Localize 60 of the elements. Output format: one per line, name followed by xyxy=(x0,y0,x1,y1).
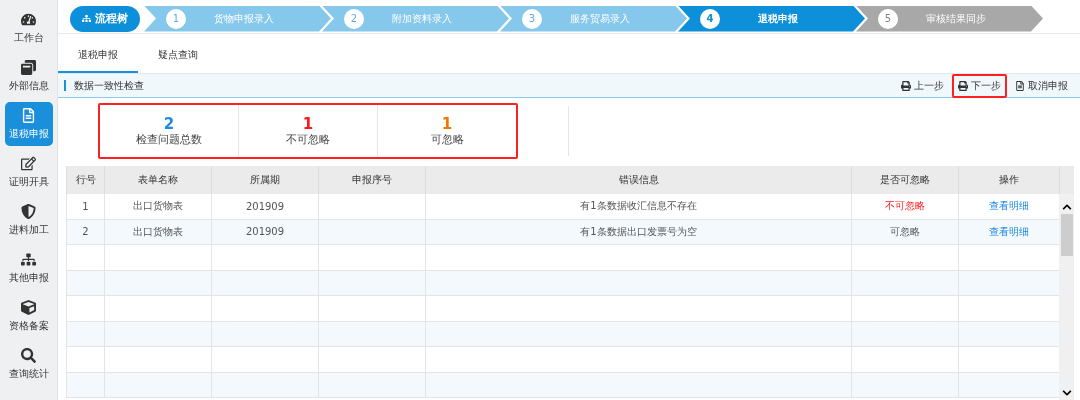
shield-icon xyxy=(21,203,36,219)
summary-label: 可忽略 xyxy=(430,131,464,147)
printer-icon xyxy=(901,80,911,91)
document-icon xyxy=(21,107,36,123)
sidebar-item[interactable]: 其他申报 xyxy=(4,246,53,290)
search-icon xyxy=(21,347,36,363)
chevron-down-icon[interactable] xyxy=(1061,388,1072,398)
step-label: 审核结果同步 xyxy=(924,11,987,26)
sidebar-item[interactable]: 查询统计 xyxy=(4,342,53,386)
document-icon xyxy=(1015,80,1025,91)
table-cell: 可忽略 xyxy=(890,224,920,239)
tab[interactable]: 疑点查询 xyxy=(138,38,218,73)
sidebar-item[interactable]: 证明开具 xyxy=(4,150,53,194)
table-cell: 201909 xyxy=(245,200,285,212)
scrollbar[interactable] xyxy=(1059,194,1074,400)
toolbar-button[interactable]: 取消申报 xyxy=(1009,73,1074,98)
sidebar-item[interactable]: 进料加工 xyxy=(4,198,53,242)
step-label: 服务贸易录入 xyxy=(568,11,631,26)
cube-icon xyxy=(21,299,36,315)
printer-icon xyxy=(958,80,968,91)
step[interactable]: 5 审核结果同步 xyxy=(856,5,1043,32)
step-number: 4 xyxy=(700,8,720,29)
table-cell: 201909 xyxy=(245,226,285,238)
step-number: 1 xyxy=(166,8,186,29)
summary-count: 1 xyxy=(441,115,453,132)
sidebar-item[interactable]: 外部信息 xyxy=(4,54,53,98)
table-cell: 有1条数据出口发票号为空 xyxy=(580,224,697,239)
toolbar-button[interactable]: 下一步 xyxy=(952,73,1007,98)
summary-label: 不可忽略 xyxy=(286,131,330,147)
step[interactable]: 4 退税申报 xyxy=(678,5,865,32)
sidebar-item[interactable]: 工作台 xyxy=(4,6,53,50)
summary-label: 检查问题总数 xyxy=(136,131,202,147)
table-cell: 有1条数据收汇信息不存在 xyxy=(580,199,697,214)
sidebar-item[interactable]: 资格备案 xyxy=(4,294,53,338)
step-number: 3 xyxy=(522,8,542,29)
step-label: 退税申报 xyxy=(756,11,799,26)
section-title: 数据一致性检查 xyxy=(74,78,145,93)
windows-icon xyxy=(21,59,36,75)
flow-tree-button[interactable]: 流程树 xyxy=(70,5,140,32)
table-cell: 出口货物表 xyxy=(133,199,183,214)
hierarchy-icon xyxy=(21,251,36,267)
toolbar-button[interactable]: 上一步 xyxy=(895,73,950,98)
step-number: 2 xyxy=(344,8,364,29)
step-label: 附加资料录入 xyxy=(390,11,453,26)
chevron-up-icon[interactable] xyxy=(1061,202,1072,212)
table-cell: 不可忽略 xyxy=(885,199,925,214)
dashboard-icon xyxy=(21,11,36,27)
view-details-link[interactable]: 查看明细 xyxy=(989,224,1029,239)
summary-count: 1 xyxy=(302,115,314,132)
scrollbar-thumb[interactable] xyxy=(1060,214,1073,256)
view-details-link[interactable]: 查看明细 xyxy=(989,199,1029,214)
summary-count: 2 xyxy=(163,115,175,132)
table-cell: 2 xyxy=(82,226,89,238)
step-number: 5 xyxy=(878,8,898,29)
hierarchy-icon xyxy=(82,14,91,23)
step-label: 货物申报录入 xyxy=(212,11,275,26)
table-cell: 出口货物表 xyxy=(133,224,183,239)
edit-icon xyxy=(21,155,36,171)
sidebar-item[interactable]: 退税申报 xyxy=(4,102,53,146)
table-cell: 1 xyxy=(82,200,89,212)
